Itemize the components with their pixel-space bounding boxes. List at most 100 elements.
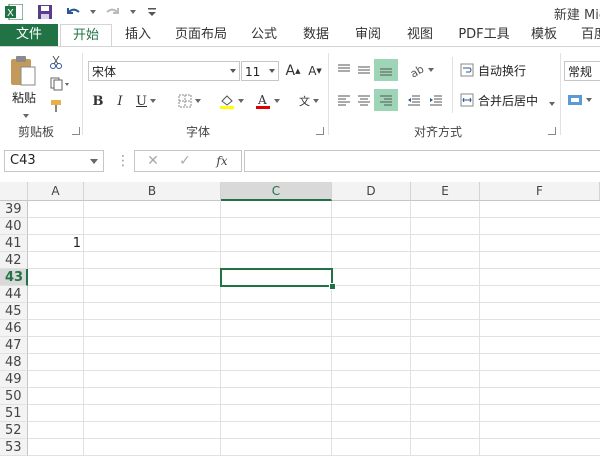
align-right-icon[interactable] [374, 89, 398, 111]
row-header[interactable]: 46 [0, 320, 28, 337]
formula-input[interactable] [244, 150, 600, 172]
accounting-format-icon[interactable] [564, 89, 594, 111]
font-color-icon[interactable]: A [250, 91, 284, 111]
row-header[interactable]: 41 [0, 235, 28, 252]
row-header[interactable]: 51 [0, 405, 28, 422]
decrease-indent-icon[interactable] [404, 89, 424, 111]
column-header-e[interactable]: E [411, 182, 480, 201]
fill-color-icon[interactable] [214, 91, 248, 111]
svg-text:ab: ab [409, 63, 425, 77]
window-title: 新建 Mic [553, 8, 600, 23]
underline-icon[interactable]: U [132, 91, 160, 111]
cut-icon[interactable] [46, 53, 66, 71]
column-header-a[interactable]: A [28, 182, 84, 201]
tab-templates[interactable]: 模板 [524, 24, 564, 46]
formula-bar-grip-icon[interactable]: ⋮ [116, 154, 130, 168]
font-size-select[interactable]: 11 [241, 61, 279, 81]
orientation-icon[interactable]: ab [406, 59, 436, 81]
number-format-select[interactable]: 常规 [564, 61, 600, 81]
column-header-f[interactable]: F [480, 182, 600, 201]
row-header[interactable]: 48 [0, 354, 28, 371]
format-painter-icon[interactable] [46, 97, 66, 115]
insert-function-icon[interactable]: fx [211, 152, 233, 170]
cell-a41[interactable]: 1 [28, 235, 84, 252]
excel-logo-icon: X [4, 3, 24, 21]
name-box[interactable]: C43 [4, 150, 104, 172]
svg-text:A: A [257, 93, 267, 107]
phonetic-icon[interactable]: 文 [292, 91, 326, 111]
row-header-active[interactable]: 43 [0, 269, 28, 286]
increase-font-icon[interactable]: A ▲ [283, 61, 303, 81]
undo-dropdown-icon[interactable] [86, 3, 96, 21]
row-header[interactable]: 47 [0, 337, 28, 354]
increase-indent-icon[interactable] [426, 89, 446, 111]
borders-icon[interactable] [172, 91, 206, 111]
clipboard-launcher-icon[interactable] [72, 127, 80, 135]
row-header[interactable]: 40 [0, 218, 28, 235]
cancel-icon[interactable]: ✕ [143, 152, 163, 170]
customize-qat-icon[interactable] [142, 3, 162, 21]
row-header[interactable]: 53 [0, 439, 28, 456]
align-left-icon[interactable] [334, 89, 354, 111]
merge-center-icon[interactable] [458, 89, 476, 111]
merge-center-button[interactable]: 合并后居中 [478, 92, 538, 109]
column-header-d[interactable]: D [332, 182, 411, 201]
row-header[interactable]: 52 [0, 422, 28, 439]
font-name-value: 宋体 [92, 65, 117, 79]
row-header[interactable]: 49 [0, 371, 28, 388]
selected-cell-c43[interactable] [220, 268, 333, 287]
row-header[interactable]: 39 [0, 201, 28, 218]
alignment-group-label: 对齐方式 [414, 125, 463, 139]
svg-text:X: X [7, 8, 14, 19]
paste-icon[interactable] [6, 53, 40, 89]
merge-dropdown-icon[interactable] [546, 95, 555, 109]
formula-bar: C43 ⋮ ✕ ✓ fx [0, 140, 600, 182]
tab-home[interactable]: 开始 [60, 24, 112, 47]
bold-icon[interactable]: B [88, 91, 108, 111]
copy-icon[interactable] [46, 75, 74, 93]
align-middle-icon[interactable] [354, 59, 374, 81]
tab-formulas[interactable]: 公式 [244, 24, 284, 46]
align-top-icon[interactable] [334, 59, 354, 81]
align-bottom-icon[interactable] [374, 59, 398, 81]
font-launcher-icon[interactable] [316, 127, 324, 135]
clipboard-group-label: 剪贴板 [18, 125, 55, 139]
column-header-b[interactable]: B [84, 182, 221, 201]
ribbon-tabs: 文件 开始 插入 页面布局 公式 数据 审阅 视图 PDF工具 模板 百度 [0, 24, 600, 47]
font-group-label: 字体 [186, 125, 211, 139]
tab-data[interactable]: 数据 [296, 24, 336, 46]
redo-dropdown-icon[interactable] [126, 3, 136, 21]
enter-icon[interactable]: ✓ [175, 152, 195, 170]
font-name-select[interactable]: 宋体 [88, 61, 240, 81]
save-icon[interactable] [34, 3, 56, 21]
worksheet-grid: A B C D E F 39 40 41 42 43 44 45 46 47 4… [0, 182, 600, 456]
alignment-launcher-icon[interactable] [548, 127, 556, 135]
fill-handle[interactable] [329, 283, 336, 290]
column-header-c[interactable]: C [221, 182, 332, 201]
select-all-corner[interactable] [0, 182, 28, 201]
align-center-icon[interactable] [354, 89, 374, 111]
row-header[interactable]: 44 [0, 286, 28, 303]
wrap-text-button[interactable]: 自动换行 [478, 62, 526, 79]
tab-page-layout[interactable]: 页面布局 [168, 24, 234, 46]
row-header[interactable]: 45 [0, 303, 28, 320]
tab-pdf-tools[interactable]: PDF工具 [454, 24, 514, 46]
tab-view[interactable]: 视图 [400, 24, 440, 46]
undo-icon[interactable] [62, 3, 84, 21]
tab-file[interactable]: 文件 [0, 24, 58, 46]
row-header[interactable]: 42 [0, 252, 28, 269]
paste-dropdown-icon[interactable] [20, 107, 29, 121]
italic-icon[interactable]: I [110, 91, 130, 111]
paste-button[interactable]: 粘贴 [12, 89, 36, 106]
formula-buttons: ✕ ✓ fx [134, 150, 242, 172]
tab-baidu[interactable]: 百度 [574, 24, 600, 46]
wrap-text-icon[interactable] [458, 59, 476, 81]
decrease-font-icon[interactable]: A ▼ [305, 61, 325, 81]
font-size-value: 11 [245, 65, 261, 79]
name-box-value: C43 [10, 153, 36, 168]
number-format-value: 常规 [568, 65, 593, 79]
redo-icon[interactable] [102, 3, 124, 21]
tab-review[interactable]: 审阅 [348, 24, 388, 46]
tab-insert[interactable]: 插入 [116, 24, 160, 46]
row-header[interactable]: 50 [0, 388, 28, 405]
